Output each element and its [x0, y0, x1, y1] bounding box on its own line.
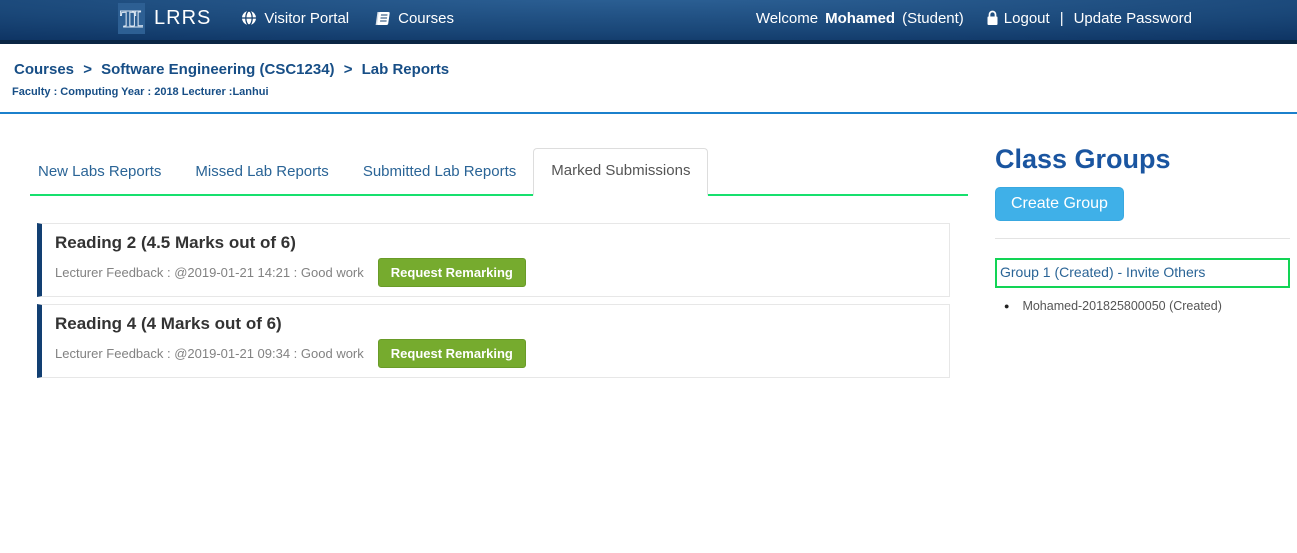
course-meta: Faculty : Computing Year : 2018 Lecturer… — [12, 86, 1297, 98]
nav-item-label: Courses — [398, 10, 454, 27]
main-content: New Labs Reports Missed Lab Reports Subm… — [0, 114, 1297, 385]
marked-submissions-list: Reading 2 (4.5 Marks out of 6) Lecturer … — [30, 223, 968, 378]
sidebar-divider — [995, 238, 1290, 239]
nav-separator: | — [1060, 10, 1064, 27]
welcome-text: Welcome — [756, 10, 818, 27]
logout-link[interactable]: Logout — [1004, 10, 1050, 27]
username: Mohamed — [825, 10, 895, 27]
bullet-icon: ● — [1004, 301, 1009, 311]
nav-item-courses[interactable]: Courses — [375, 10, 454, 27]
lock-icon — [986, 10, 999, 26]
breadcrumb: Courses > Software Engineering (CSC1234)… — [14, 61, 1297, 78]
class-groups-title: Class Groups — [995, 144, 1290, 175]
request-remarking-button[interactable]: Request Remarking — [378, 339, 526, 368]
tab-missed-lab-reports[interactable]: Missed Lab Reports — [178, 150, 345, 194]
report-title: Reading 4 (4 Marks out of 6) — [55, 314, 935, 333]
breadcrumb-item-lab-reports[interactable]: Lab Reports — [362, 61, 450, 78]
group-link-box[interactable]: Group 1 (Created) - Invite Others — [995, 258, 1290, 288]
breadcrumb-item-course-name[interactable]: Software Engineering (CSC1234) — [101, 61, 334, 78]
create-group-button[interactable]: Create Group — [995, 187, 1124, 221]
update-password-link[interactable]: Update Password — [1074, 10, 1192, 27]
breadcrumb-item-courses[interactable]: Courses — [14, 61, 74, 78]
group-invite-link[interactable]: Group 1 (Created) - Invite Others — [1000, 264, 1205, 280]
globe-icon — [241, 10, 257, 26]
nav-item-visitor-portal[interactable]: Visitor Portal — [241, 10, 349, 27]
member-label: Mohamed-201825800050 (Created) — [1022, 299, 1221, 313]
svg-text:TL: TL — [120, 7, 143, 32]
brand[interactable]: TL LRRS — [118, 3, 211, 34]
reports-column: New Labs Reports Missed Lab Reports Subm… — [30, 114, 968, 385]
nav-links: Visitor Portal Courses — [241, 10, 454, 27]
role-label: (Student) — [902, 10, 964, 27]
nav-item-label: Visitor Portal — [264, 10, 349, 27]
class-groups-sidebar: Class Groups Create Group Group 1 (Creat… — [995, 114, 1290, 385]
top-navbar: TL LRRS Visitor Portal — [0, 0, 1297, 44]
navbar-right: Welcome Mohamed (Student) Logout | Updat… — [756, 10, 1192, 27]
report-feedback: Lecturer Feedback : @2019-01-21 14:21 : … — [55, 265, 364, 280]
breadcrumb-section: Courses > Software Engineering (CSC1234)… — [0, 44, 1297, 98]
report-card: Reading 2 (4.5 Marks out of 6) Lecturer … — [37, 223, 950, 297]
group-member-item: ● Mohamed-201825800050 (Created) — [995, 299, 1290, 313]
report-card: Reading 4 (4 Marks out of 6) Lecturer Fe… — [37, 304, 950, 378]
request-remarking-button[interactable]: Request Remarking — [378, 258, 526, 287]
report-feedback: Lecturer Feedback : @2019-01-21 09:34 : … — [55, 346, 364, 361]
lrrs-logo-icon: TL — [118, 3, 145, 34]
report-title: Reading 2 (4.5 Marks out of 6) — [55, 233, 935, 252]
tab-marked-submissions[interactable]: Marked Submissions — [533, 148, 708, 196]
tab-bar: New Labs Reports Missed Lab Reports Subm… — [30, 148, 968, 196]
tab-submitted-lab-reports[interactable]: Submitted Lab Reports — [346, 150, 533, 194]
breadcrumb-separator: > — [83, 61, 92, 78]
tab-new-labs-reports[interactable]: New Labs Reports — [30, 150, 178, 194]
breadcrumb-separator: > — [344, 61, 353, 78]
book-icon — [375, 11, 391, 26]
brand-label: LRRS — [154, 7, 211, 30]
